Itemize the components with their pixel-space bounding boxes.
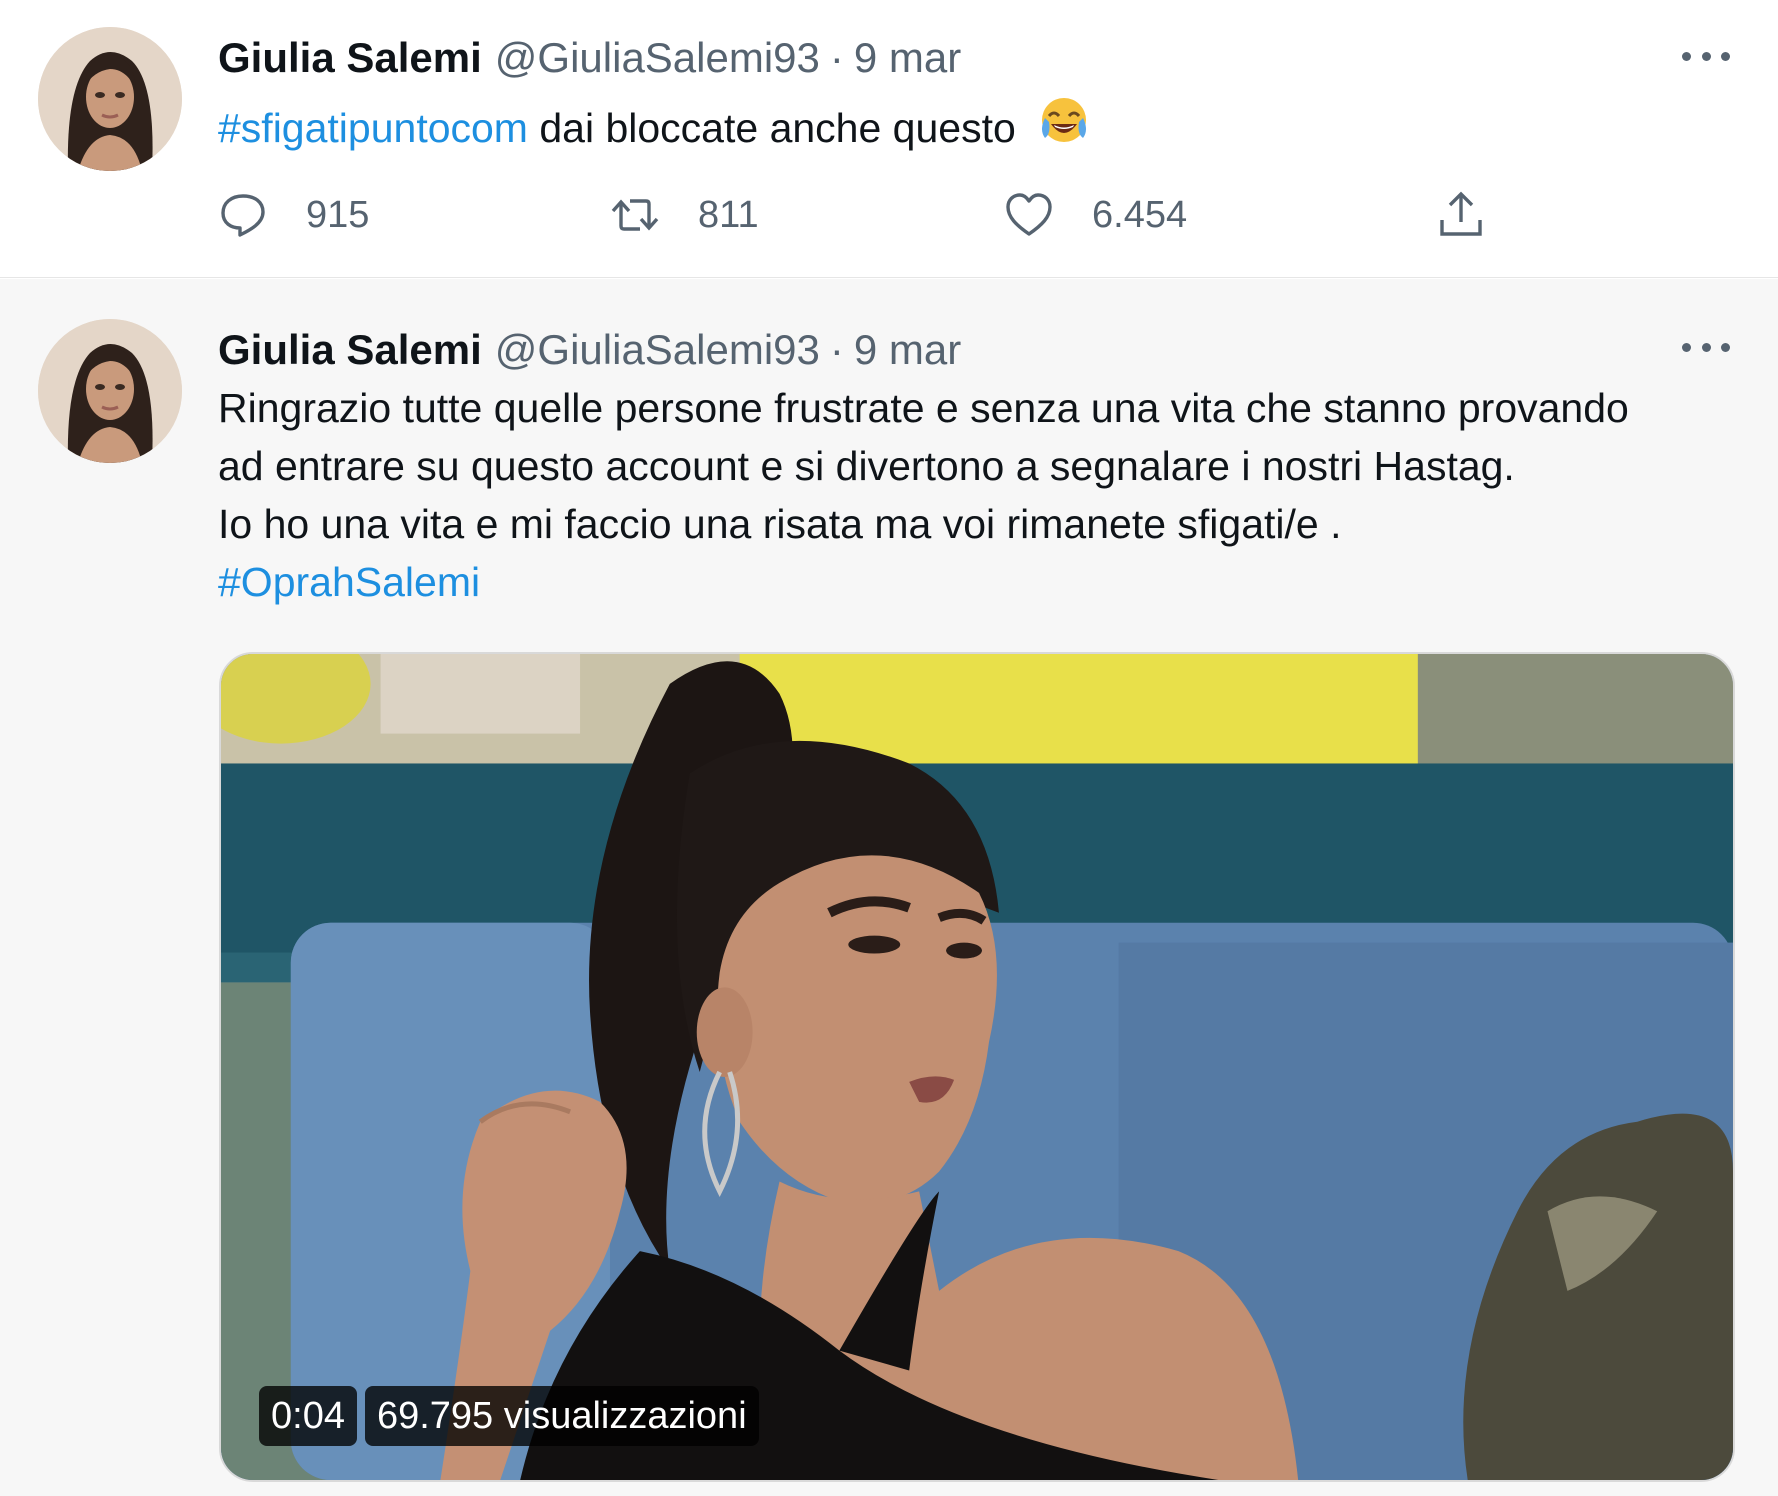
hashtag-link[interactable]: #sfigatipuntocom [218, 105, 528, 151]
more-dots-icon[interactable] [1682, 46, 1730, 66]
tweet-header: Giulia Salemi @GiuliaSalemi93 · 9 mar [218, 320, 961, 380]
video-time: 0:04 [259, 1386, 357, 1446]
share-upload-icon [1440, 191, 1482, 236]
tweet-line: Io ho una vita e mi faccio una risata ma… [218, 501, 1342, 547]
video-frame [221, 654, 1733, 1480]
avatar[interactable] [38, 319, 182, 463]
tweet-text: Ringrazio tutte quelle persone frustrate… [218, 379, 1738, 611]
avatar[interactable] [38, 27, 182, 171]
tweet-body: dai bloccate anche questo [527, 105, 1016, 151]
reply-button[interactable]: 915 [218, 185, 369, 245]
reply-count: 915 [306, 193, 370, 236]
like-button[interactable]: 6.454 [1004, 185, 1187, 245]
tweet-date[interactable]: 9 mar [854, 326, 961, 374]
comment-bubble-icon [221, 194, 265, 237]
tweet-text: #sfigatipuntocom dai bloccate anche ques… [218, 94, 1091, 157]
like-count: 6.454 [1092, 193, 1188, 236]
share-button[interactable] [1436, 185, 1486, 245]
tweet-date[interactable]: 9 mar [854, 34, 961, 82]
tweet[interactable]: Giulia Salemi @GiuliaSalemi93 · 9 mar #s… [0, 0, 1778, 278]
tweet-actions: 915 811 6.454 [218, 185, 1518, 245]
retweet-count: 811 [698, 193, 759, 236]
author-handle[interactable]: @GiuliaSalemi93 [495, 34, 820, 82]
tweet-line: ad entrare su questo account e si divert… [218, 443, 1515, 489]
tweet-line: Ringrazio tutte quelle persone frustrate… [218, 385, 1629, 431]
tweet-header: Giulia Salemi @GiuliaSalemi93 · 9 mar [218, 28, 961, 88]
video-player[interactable]: 0:04 69.795 visualizzazioni [219, 652, 1735, 1482]
more-dots-icon[interactable] [1682, 337, 1730, 357]
video-overlay: 0:04 69.795 visualizzazioni [259, 1386, 759, 1446]
face-with-tears-of-joy-icon [1037, 94, 1091, 148]
author-name[interactable]: Giulia Salemi [218, 326, 482, 374]
separator: · [829, 326, 844, 373]
tweet[interactable]: Giulia Salemi @GiuliaSalemi93 · 9 mar Ri… [0, 279, 1778, 1496]
retweet-arrows-icon [611, 199, 659, 231]
hashtag-link[interactable]: #OprahSalemi [218, 553, 1738, 611]
author-name[interactable]: Giulia Salemi [218, 34, 482, 82]
retweet-button[interactable]: 811 [610, 185, 759, 245]
separator: · [829, 34, 844, 81]
author-handle[interactable]: @GiuliaSalemi93 [495, 326, 820, 374]
heart-icon [1006, 193, 1052, 236]
video-views: 69.795 visualizzazioni [364, 1386, 759, 1446]
